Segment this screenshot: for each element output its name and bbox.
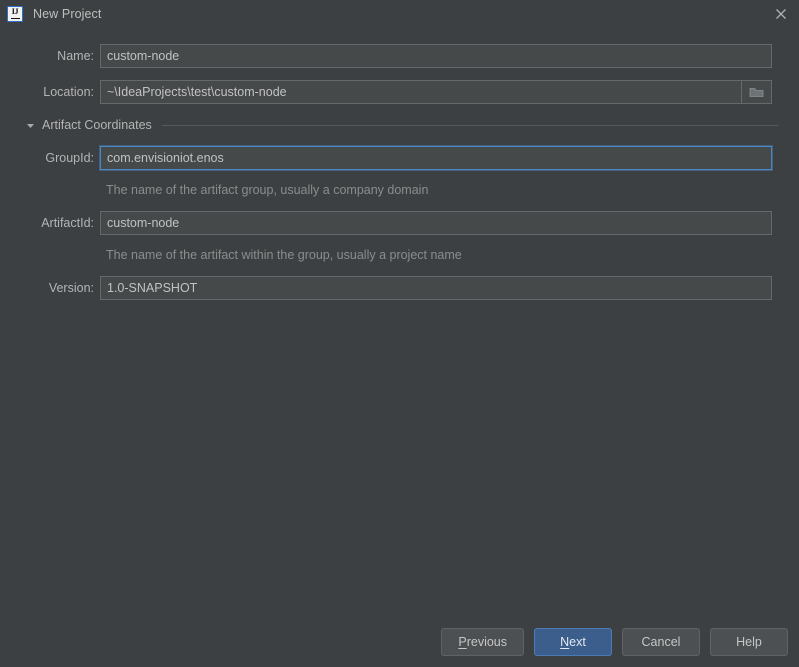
dialog-titlebar: IJ New Project	[0, 0, 799, 28]
name-input[interactable]	[100, 44, 772, 68]
previous-button-mnemonic: P	[458, 635, 467, 649]
next-button-mnemonic: N	[560, 635, 570, 649]
next-button[interactable]: Next	[534, 628, 612, 656]
groupid-label: GroupId:	[45, 151, 94, 165]
help-button-label: Help	[736, 635, 762, 649]
name-row: Name:	[0, 44, 799, 68]
version-label: Version:	[48, 281, 94, 295]
artifactid-label: ArtifactId:	[41, 216, 94, 230]
triangle-down-icon[interactable]	[26, 121, 35, 130]
groupid-input[interactable]	[100, 146, 772, 170]
section-divider	[161, 124, 778, 126]
location-input[interactable]	[100, 80, 742, 104]
location-row: Location:	[0, 80, 799, 104]
groupid-hint: The name of the artifact group, usually …	[106, 183, 429, 197]
new-project-dialog: IJ New Project Name: Location:	[0, 0, 799, 667]
previous-button[interactable]: Previous	[441, 628, 524, 656]
artifact-coordinates-label: Artifact Coordinates	[42, 118, 152, 132]
artifactid-input[interactable]	[100, 211, 772, 235]
location-label: Location:	[43, 85, 94, 99]
version-input[interactable]	[100, 276, 772, 300]
groupid-row: GroupId:	[0, 146, 799, 170]
artifactid-row: ArtifactId:	[0, 211, 799, 235]
intellij-idea-icon: IJ	[7, 6, 23, 22]
dialog-title: New Project	[33, 7, 102, 21]
previous-button-label: revious	[466, 635, 507, 649]
version-row: Version:	[0, 276, 799, 300]
help-button[interactable]: Help	[710, 628, 788, 656]
folder-icon	[749, 85, 765, 99]
cancel-button[interactable]: Cancel	[622, 628, 700, 656]
name-label: Name:	[57, 49, 94, 63]
next-button-label: ext	[569, 635, 586, 649]
close-icon[interactable]	[771, 5, 791, 23]
artifact-coordinates-section-header[interactable]: Artifact Coordinates	[0, 116, 799, 134]
artifactid-hint: The name of the artifact within the grou…	[106, 248, 462, 262]
location-browse-button[interactable]	[742, 80, 772, 104]
cancel-button-label: Cancel	[641, 635, 681, 649]
project-form: Name: Location: Artifact Coordin	[0, 28, 799, 667]
dialog-button-bar: Previous Next Cancel Help	[441, 628, 788, 656]
